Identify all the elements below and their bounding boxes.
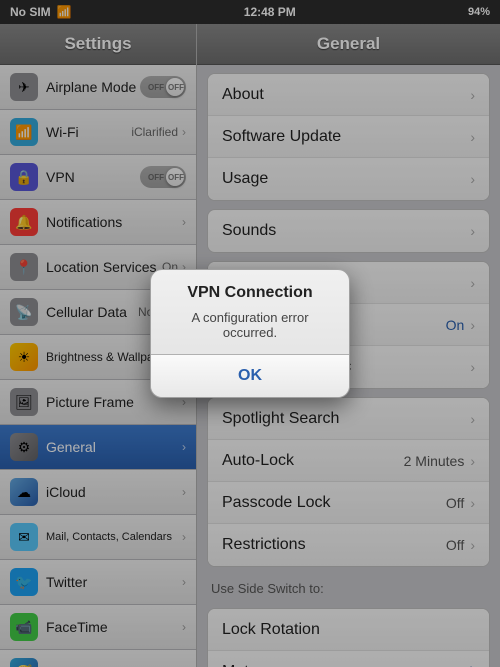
vpn-modal: VPN Connection A configuration error occ… [150,269,350,398]
modal-overlay: VPN Connection A configuration error occ… [0,0,500,667]
modal-message: A configuration error occurred. [151,306,349,354]
modal-ok-button[interactable]: OK [151,355,349,397]
modal-title: VPN Connection [151,270,349,306]
